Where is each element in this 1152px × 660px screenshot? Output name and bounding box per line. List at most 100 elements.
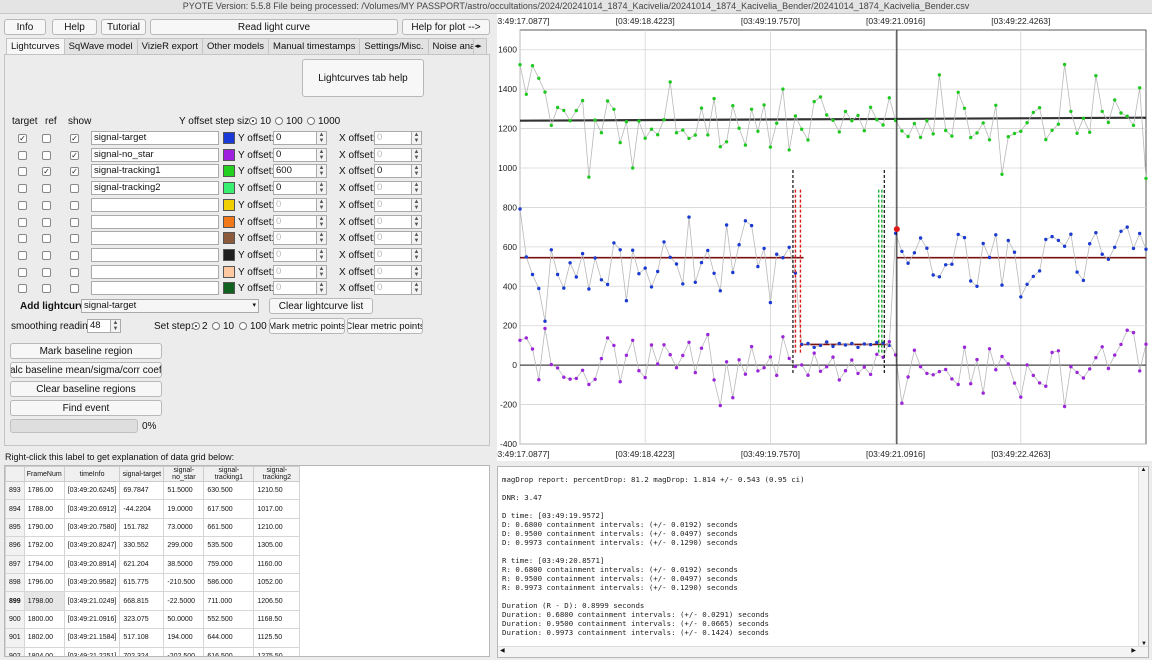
target-checkbox[interactable]	[18, 150, 27, 160]
y-offset-input[interactable]: 0	[273, 131, 317, 145]
tab-vizier-export[interactable]: VizieR export	[136, 38, 203, 54]
grid-cell[interactable]: 1305.00	[253, 536, 301, 556]
tab-manual-timestamps[interactable]: Manual timestamps	[268, 38, 361, 54]
y-offset-input[interactable]: 0	[273, 147, 317, 162]
y-offset-input[interactable]: 0	[273, 181, 317, 196]
ref-checkbox[interactable]	[42, 250, 51, 260]
help-button[interactable]: Help	[52, 19, 97, 35]
curve-color-swatch[interactable]	[223, 232, 235, 245]
x-offset-input[interactable]: 0	[374, 197, 412, 212]
grid-cell[interactable]: 1160.00	[253, 554, 301, 574]
x-offset-stepper[interactable]: ▲ ▼	[412, 181, 422, 196]
grid-cell[interactable]: [03:49:21.0249]	[63, 591, 121, 611]
clear-metric-points-button[interactable]: Clear metric points	[347, 318, 423, 334]
x-offset-input[interactable]: 0	[374, 264, 412, 279]
show-checkbox[interactable]: ✓	[70, 150, 79, 160]
target-checkbox[interactable]	[18, 184, 27, 194]
offset-step-10-radio[interactable]	[249, 117, 257, 125]
table-row[interactable]: 896 1792.00 [03:49:20.8247] 330.552 299.000 5…	[5, 536, 301, 556]
grid-cell[interactable]: 1794.00	[23, 554, 65, 574]
ref-checkbox[interactable]	[42, 267, 51, 277]
grid-cell[interactable]: 517.108	[119, 628, 165, 648]
show-checkbox[interactable]	[70, 284, 79, 294]
y-offset-input[interactable]: 600	[273, 164, 317, 179]
x-offset-stepper[interactable]: ▲ ▼	[412, 214, 422, 229]
grid-cell[interactable]: 194.000	[163, 628, 205, 648]
help-for-plot-button[interactable]: Help for plot -->	[402, 19, 490, 35]
grid-cell[interactable]: 644.000	[203, 628, 255, 648]
x-offset-input[interactable]: 0	[374, 131, 412, 145]
row-header[interactable]: 902	[5, 646, 25, 656]
curve-color-swatch[interactable]	[223, 248, 235, 261]
curve-name-field[interactable]	[91, 197, 219, 212]
data-grid[interactable]: FrameNum timeInfo signal-target signal-no_s…	[4, 465, 490, 657]
grid-column-header[interactable]: FrameNum	[23, 466, 65, 482]
scroll-right-arrow-icon[interactable]: ▶	[1131, 647, 1136, 654]
curve-name-field[interactable]	[91, 231, 219, 246]
curve-name-field[interactable]: signal-no_star	[91, 147, 219, 162]
x-offset-input[interactable]: 0	[374, 147, 412, 162]
grid-cell[interactable]: 19.0000	[163, 499, 205, 519]
grid-cell[interactable]: -202.500	[163, 646, 205, 656]
grid-cell[interactable]: 1168.50	[253, 609, 301, 630]
grid-column-header[interactable]: signal-tracking2	[253, 466, 301, 482]
ref-checkbox[interactable]	[42, 284, 51, 294]
report-panel[interactable]: magDrop report: percentDrop: 81.2 magDro…	[497, 466, 1149, 658]
offset-step-100-radio[interactable]	[275, 117, 283, 125]
grid-cell[interactable]: 759.000	[203, 554, 255, 574]
curve-color-swatch[interactable]	[223, 265, 235, 278]
curve-name-field[interactable]: signal-tracking2	[91, 181, 219, 196]
table-row[interactable]: 897 1794.00 [03:49:20.8914] 621.204 38.5000 7…	[5, 554, 301, 574]
grid-cell[interactable]: 621.204	[119, 554, 165, 574]
target-checkbox[interactable]	[18, 200, 27, 210]
ref-checkbox[interactable]	[42, 150, 51, 160]
table-row[interactable]: 893 1786.00 [03:49:20.6245] 69.7847 51.5000 6…	[5, 480, 301, 501]
report-vertical-scrollbar[interactable]: ▲ ▼	[1138, 467, 1148, 647]
show-checkbox[interactable]	[70, 250, 79, 260]
x-offset-stepper[interactable]: ▲ ▼	[412, 247, 422, 262]
lightcurves-tab-help-button[interactable]: Lightcurves tab help	[302, 59, 424, 97]
grid-cell[interactable]: 1800.00	[23, 609, 65, 630]
curve-color-swatch[interactable]	[223, 215, 235, 228]
target-checkbox[interactable]: ✓	[18, 134, 27, 143]
x-offset-stepper[interactable]: ▲ ▼	[412, 147, 422, 162]
grid-cell[interactable]: -44.2204	[119, 499, 165, 519]
report-horizontal-scrollbar[interactable]: ◀ ▶	[498, 646, 1148, 657]
tutorial-button[interactable]: Tutorial	[101, 19, 146, 35]
grid-cell[interactable]: 702.324	[119, 646, 165, 656]
grid-cell[interactable]: 616.500	[203, 646, 255, 656]
curve-name-field[interactable]: signal-target	[91, 131, 219, 145]
show-checkbox[interactable]	[70, 234, 79, 244]
curve-name-field[interactable]: signal-tracking1	[91, 164, 219, 179]
y-offset-input[interactable]: 0	[273, 247, 317, 262]
tab-lightcurves[interactable]: Lightcurves	[6, 38, 65, 54]
grid-cell[interactable]: [03:49:21.0916]	[63, 609, 121, 630]
smoothing-input[interactable]: 48	[87, 319, 111, 333]
offset-step-1000-radio[interactable]	[307, 117, 315, 125]
grid-cell[interactable]: [03:49:20.6912]	[63, 499, 121, 519]
set-step-10-radio[interactable]	[212, 322, 220, 330]
y-offset-input[interactable]: 0	[273, 264, 317, 279]
show-checkbox[interactable]: ✓	[70, 134, 79, 143]
grid-cell[interactable]: 1210.00	[253, 517, 301, 538]
grid-cell[interactable]: 1788.00	[23, 499, 65, 519]
grid-cell[interactable]: [03:49:21.2251]	[63, 646, 121, 656]
grid-cell[interactable]: [03:49:20.7580]	[63, 517, 121, 538]
grid-cell[interactable]: [03:49:20.9582]	[63, 572, 121, 593]
grid-cell[interactable]: 630.500	[203, 480, 255, 501]
mark-baseline-region-button[interactable]: Mark baseline region	[10, 343, 162, 359]
y-offset-input[interactable]: 0	[273, 197, 317, 212]
table-row[interactable]: 899 1798.00 [03:49:21.0249] 668.815 -22.5000…	[5, 591, 301, 611]
tab-scroll-arrows[interactable]: ◂▸	[472, 38, 487, 54]
grid-cell[interactable]: 1804.00	[23, 646, 65, 656]
y-offset-stepper[interactable]: ▲ ▼	[317, 164, 327, 179]
grid-cell[interactable]: -210.500	[163, 572, 205, 593]
grid-cell[interactable]: 151.782	[119, 517, 165, 538]
ref-checkbox[interactable]	[42, 200, 51, 210]
grid-cell[interactable]: [03:49:20.8247]	[63, 536, 121, 556]
grid-cell[interactable]: 617.500	[203, 499, 255, 519]
tab-settings-misc[interactable]: Settings/Misc.	[359, 38, 429, 54]
grid-cell[interactable]: 1802.00	[23, 628, 65, 648]
grid-cell[interactable]: 661.500	[203, 517, 255, 538]
set-step-2-radio[interactable]	[192, 322, 200, 330]
